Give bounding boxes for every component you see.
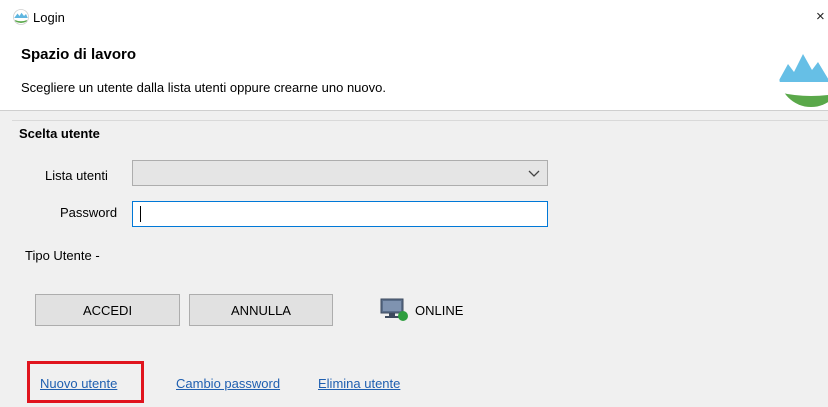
change-password-link[interactable]: Cambio password [176, 376, 280, 391]
mountain-logo-icon [779, 43, 828, 107]
password-input[interactable] [132, 201, 548, 227]
page-title: Spazio di lavoro [21, 46, 137, 63]
user-type-label: Tipo Utente - [25, 248, 100, 263]
password-label: Password [60, 205, 118, 220]
text-caret [140, 206, 141, 222]
delete-user-link[interactable]: Elimina utente [318, 376, 400, 391]
login-button[interactable]: ACCEDI [35, 294, 180, 326]
header-panel: Spazio di lavoro Scegliere un utente dal… [0, 34, 828, 111]
section-divider [12, 120, 828, 121]
user-selection-panel: Scelta utente Lista utenti Password Tipo… [0, 111, 828, 407]
page-description: Scegliere un utente dalla lista utenti o… [21, 80, 386, 95]
monitor-online-icon [380, 298, 408, 321]
highlight-box [27, 361, 144, 403]
users-list-label: Lista utenti [45, 168, 108, 183]
cancel-button[interactable]: ANNULLA [189, 294, 333, 326]
section-title: Scelta utente [19, 126, 100, 141]
connection-status: ONLINE [415, 303, 464, 318]
window-title: Login [33, 10, 65, 25]
chevron-down-icon [528, 170, 540, 177]
app-logo-icon [13, 9, 29, 25]
title-bar: Login × [0, 0, 828, 34]
users-list-select[interactable] [132, 160, 548, 186]
close-button[interactable]: × [816, 8, 828, 25]
